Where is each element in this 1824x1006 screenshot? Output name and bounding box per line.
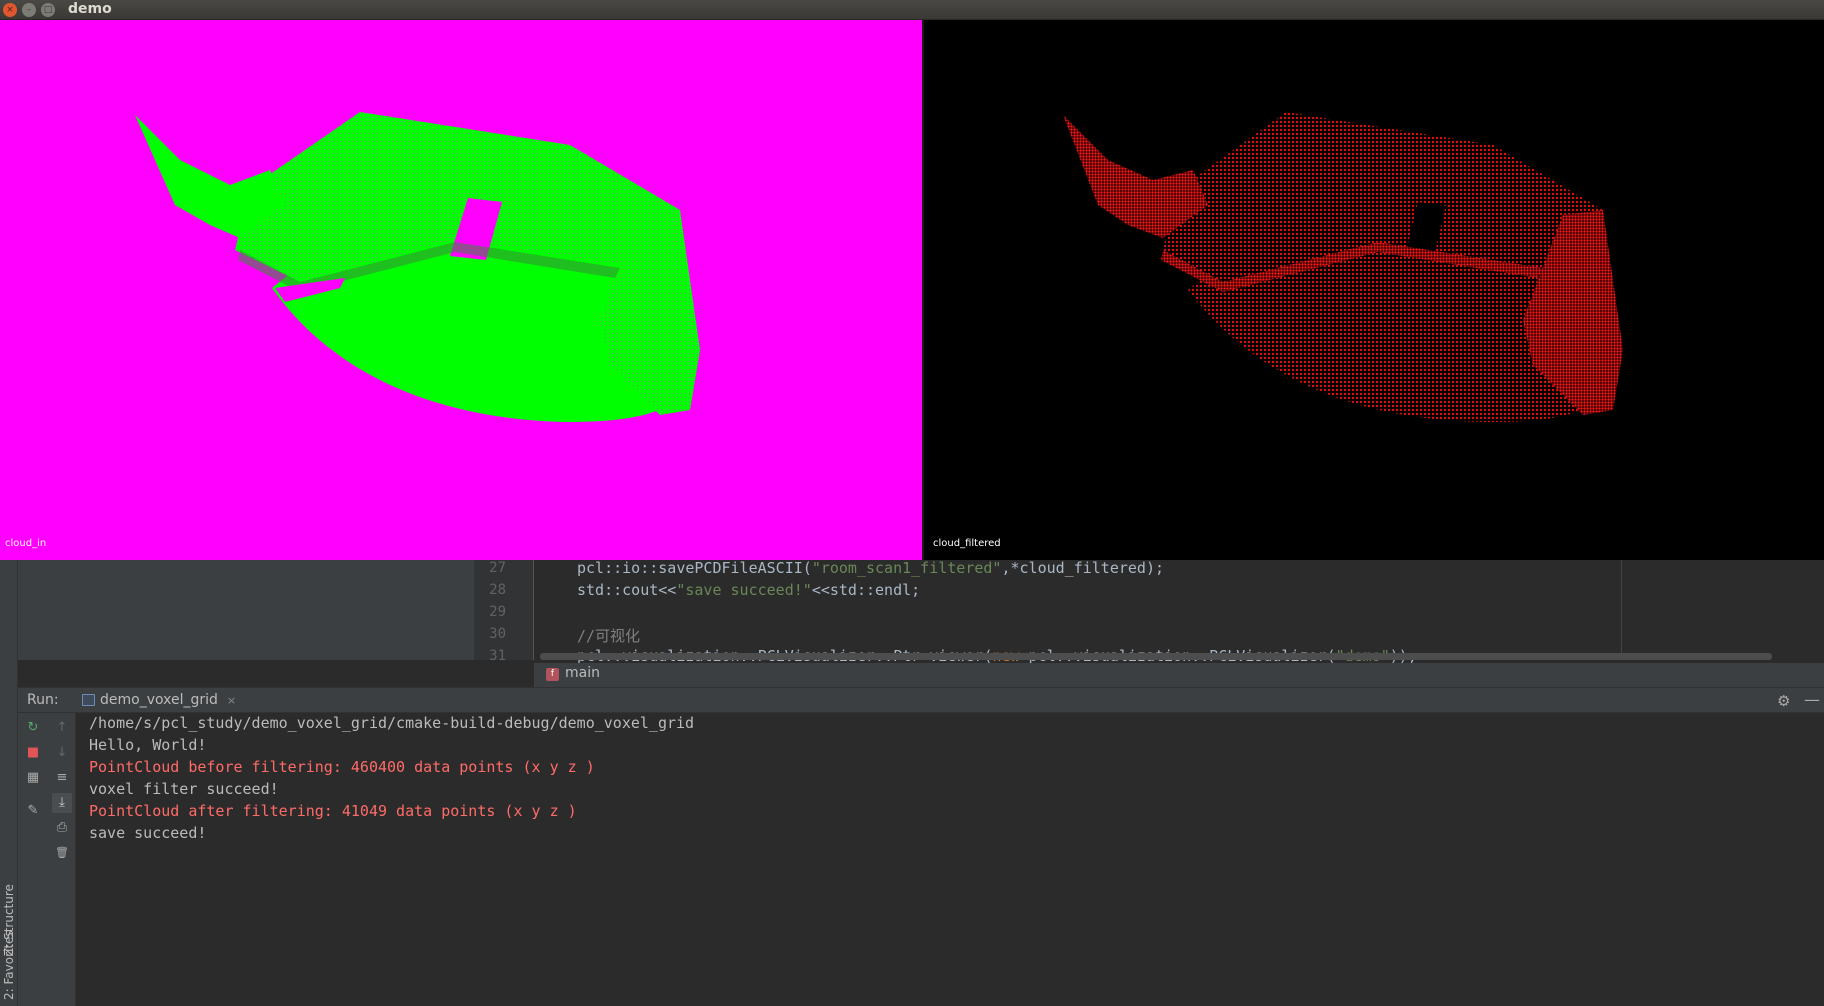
console-line: /home/s/pcl_study/demo_voxel_grid/cmake-… [89,714,695,732]
code-token: //可视化 [577,627,641,645]
window-title: demo [68,1,112,17]
maximize-window-button[interactable]: □ [41,3,55,17]
run-panel-header [18,687,1824,713]
stop-icon[interactable]: ■ [23,743,43,763]
code-token: <<std::endl; [811,581,921,599]
filtered-left-wall [1063,115,1208,238]
console-line: PointCloud before filtering: 460400 data… [89,758,595,776]
console-line: voxel filter succeed! [89,780,279,798]
viewport-label-cloud-in: cloud_in [5,538,47,549]
pin-icon[interactable]: ✎ [23,801,43,821]
run-panel-title: Run: [27,692,59,708]
cloud-in-render [135,112,700,422]
console-line: Hello, World! [89,736,207,754]
code-line[interactable]: pcl::io::savePCDFileASCII("room_scan1_fi… [577,559,1164,577]
viewer-titlebar[interactable]: × – □ demo [0,0,1824,20]
breadcrumb [534,663,1824,687]
point-cloud-left-wall [135,115,285,238]
code-line[interactable]: //可视化 [577,625,640,646]
trash-icon[interactable]: 🗑 [52,843,72,863]
minimize-window-button[interactable]: – [22,3,36,17]
project-panel [18,560,474,660]
hide-panel-icon[interactable]: — [1804,690,1820,709]
cloud-filtered-render [1063,112,1623,422]
soft-wrap-icon[interactable]: ≡ [52,768,72,788]
scroll-to-end-icon[interactable]: ⤓ [52,793,72,813]
close-tab-icon[interactable]: × [227,694,236,707]
console-line: PointCloud after filtering: 41049 data p… [89,802,577,820]
gear-icon[interactable]: ⚙ [1777,692,1790,710]
screen: Z: Structure 2: Favorites 27 pcl::io::sav… [0,0,1824,1006]
line-number: 27 [489,560,506,576]
print-icon[interactable]: ⎙ [52,818,72,838]
console-icon [82,694,95,706]
down-icon[interactable]: ↓ [52,743,72,763]
breadcrumb-main[interactable]: main [565,665,600,681]
line-number: 28 [489,582,506,598]
up-icon[interactable]: ↑ [52,718,72,738]
favorites-side-tab[interactable]: 2: Favorites [0,908,18,1004]
run-toolbar-secondary: ↑ ↓ ≡ ⤓ ⎙ 🗑 [48,713,76,1006]
horizontal-scrollbar[interactable] [540,653,1772,660]
run-tab-label: demo_voxel_grid [100,692,218,708]
code-line[interactable]: std::cout<<"save succeed!"<<std::endl; [577,581,920,599]
code-token: ,*cloud_filtered); [1001,559,1165,577]
favorites-side-tab-label: 2: Favorites [2,930,16,1000]
viewport-divider [922,20,924,560]
function-icon: f [546,668,559,681]
right-margin-guide [1621,560,1622,660]
console-output[interactable] [76,713,1824,1006]
code-token: "room_scan1_filtered" [811,559,1002,577]
rerun-icon[interactable]: ↻ [23,718,43,738]
code-token: std::cout<< [577,581,677,599]
viewport-label-cloud-filtered: cloud_filtered [933,538,1001,549]
viewport-cloud-filtered[interactable]: cloud_filtered [923,20,1824,560]
run-tab-demo-voxel-grid[interactable]: demo_voxel_grid × [76,689,242,711]
code-token: pcl::io::savePCDFileASCII( [577,559,812,577]
run-toolbar-primary: ↻ ■ ▦ ✎ [18,713,48,1006]
code-token: "save succeed!" [676,581,812,599]
close-window-button[interactable]: × [3,3,17,17]
line-number: 31 [489,648,506,664]
console-line: save succeed! [89,824,207,842]
layout-icon[interactable]: ▦ [23,768,43,788]
line-number: 30 [489,626,506,642]
line-number: 29 [489,604,506,620]
viewport-cloud-in[interactable]: cloud_in [0,20,923,560]
